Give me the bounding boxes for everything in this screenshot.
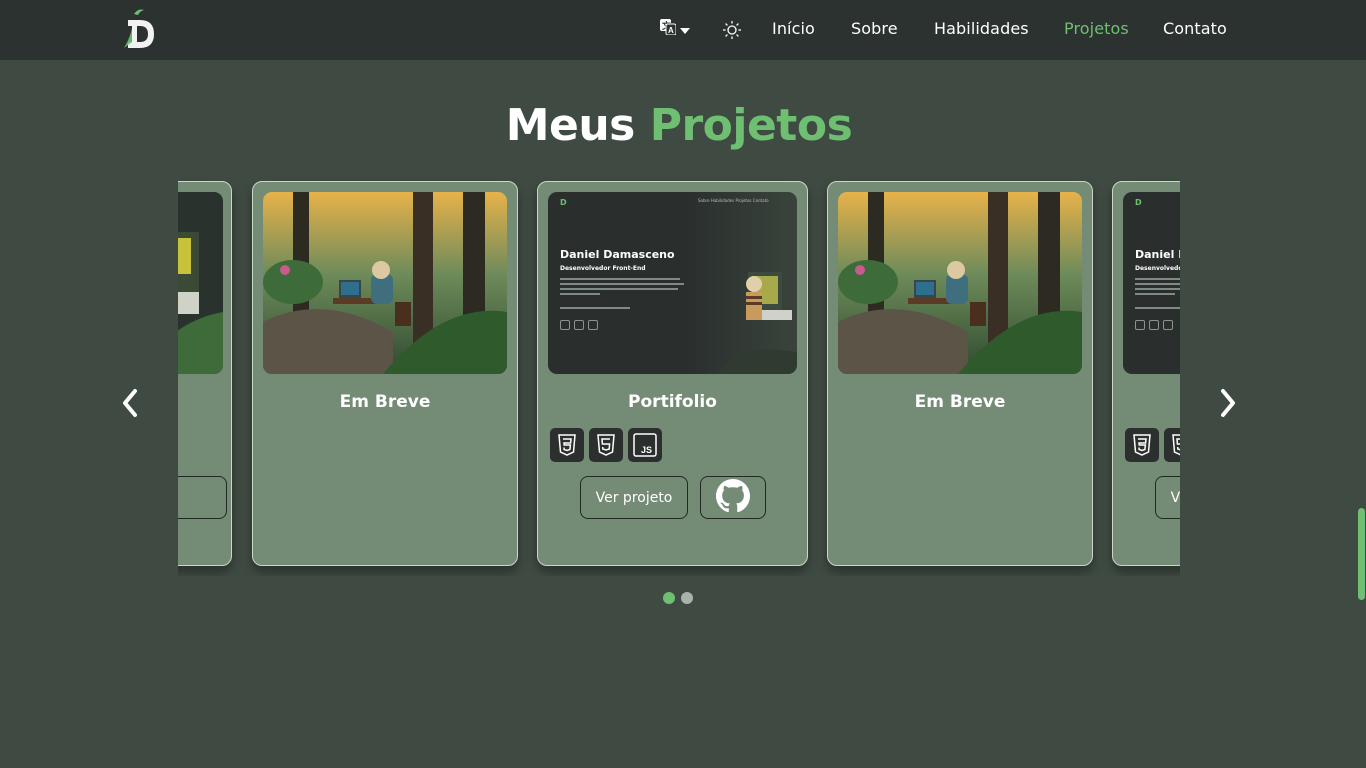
project-title: Portifolio [628, 392, 717, 412]
html5-icon [589, 428, 623, 462]
nav-link-sobre[interactable]: Sobre [851, 19, 898, 38]
project-thumbnail [838, 192, 1082, 374]
chevron-left-icon [120, 389, 140, 422]
tech-list [1125, 428, 1180, 462]
preview-logo: D [560, 198, 567, 207]
project-card-partial-right: D Daniel Damasceno Desenvolvedor Front-E… [1112, 181, 1180, 566]
svg-text:A: A [668, 26, 674, 35]
css3-icon [550, 428, 584, 462]
nav-link-habilidades[interactable]: Habilidades [934, 19, 1029, 38]
logo[interactable] [120, 8, 160, 52]
sun-icon [722, 21, 742, 44]
preview-role: Desenvolvedor Front-End [1135, 265, 1180, 272]
section-title-main: Meus [505, 100, 636, 151]
project-title: Em Breve [914, 392, 1006, 412]
project-card: Em Breve [252, 181, 518, 566]
html5-icon [1164, 428, 1180, 462]
projects-carousel: Em Breve D Sobre Habilidades Projetos Co… [178, 176, 1180, 576]
nav-link-inicio[interactable]: Início [772, 19, 815, 38]
carousel-prev-button[interactable] [120, 388, 140, 422]
translate-icon: 文 A [660, 19, 677, 39]
project-thumbnail: D Sobre Habilidades Projetos Contato Dan… [548, 192, 797, 374]
view-project-button[interactable]: Ver projeto [1155, 476, 1180, 519]
project-title: Em Breve [339, 392, 431, 412]
preview-role: Desenvolvedor Front-End [560, 265, 646, 272]
view-project-button[interactable] [178, 476, 227, 519]
chevron-right-icon [1218, 389, 1238, 422]
project-card: Em Breve [827, 181, 1093, 566]
scrollbar-thumb[interactable] [1358, 508, 1365, 600]
pagination-dot-2[interactable] [681, 592, 693, 604]
project-thumbnail [178, 192, 223, 374]
nav-link-projetos[interactable]: Projetos [1064, 19, 1129, 38]
chevron-down-icon [680, 20, 690, 39]
js-icon: JS [628, 428, 662, 462]
project-card: D Sobre Habilidades Projetos Contato Dan… [537, 181, 808, 566]
preview-name: Daniel Damasceno [1135, 248, 1180, 261]
section-title-accent: Projetos [649, 100, 853, 151]
language-selector[interactable]: 文 A [660, 19, 690, 39]
project-thumbnail: D Daniel Damasceno Desenvolvedor Front-E… [1123, 192, 1180, 374]
theme-toggle[interactable] [722, 20, 742, 44]
section-title: Meus Projetos [0, 100, 1358, 151]
nav-link-contato[interactable]: Contato [1163, 19, 1227, 38]
pagination-dot-1[interactable] [663, 592, 675, 604]
carousel-pagination [663, 592, 693, 604]
top-navbar: 文 A Início Sobre Habilidades Projetos Co… [0, 0, 1366, 60]
view-project-button[interactable]: Ver projeto [580, 476, 688, 519]
project-card-partial-left [178, 181, 232, 566]
tech-list: JS [550, 428, 662, 462]
github-button[interactable] [700, 476, 766, 519]
page-scrollbar[interactable] [1356, 60, 1366, 768]
preview-logo: D [1135, 198, 1142, 207]
preview-name: Daniel Damasceno [560, 248, 675, 261]
preview-nav: Sobre Habilidades Projetos Contato [698, 198, 769, 203]
project-thumbnail [263, 192, 507, 374]
svg-text:JS: JS [641, 445, 652, 455]
github-icon [716, 478, 750, 517]
carousel-next-button[interactable] [1218, 388, 1238, 422]
css3-icon [1125, 428, 1159, 462]
